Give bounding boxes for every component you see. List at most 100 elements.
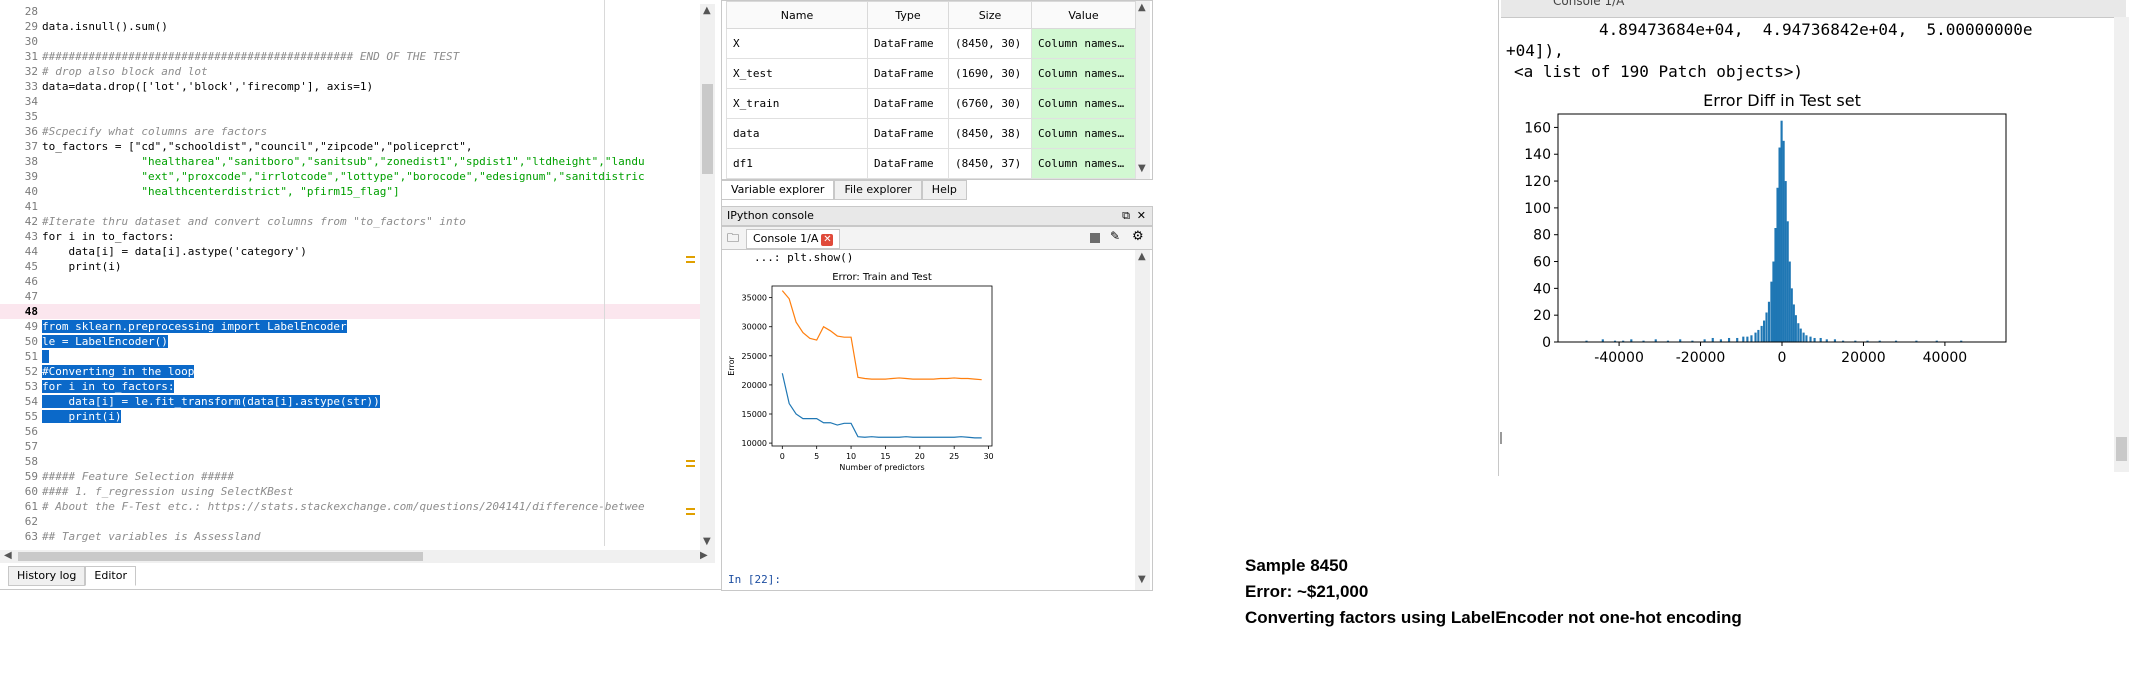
code-line[interactable]: 54 data[i] = le.fit_transform(data[i].as… bbox=[0, 394, 700, 409]
variable-type-cell[interactable]: DataFrame bbox=[867, 148, 949, 179]
variable-value-cell[interactable]: Column names… bbox=[1031, 28, 1136, 59]
variable-value-cell[interactable]: Column names… bbox=[1031, 118, 1136, 149]
code-line[interactable]: 37 to_factors = ["cd","schooldist","counc… bbox=[0, 139, 700, 154]
code-line[interactable]: 32 # drop also block and lot bbox=[0, 64, 700, 79]
code-line[interactable]: 59 ##### Feature Selection ##### bbox=[0, 469, 700, 484]
warning-marker[interactable] bbox=[686, 460, 695, 467]
code-line[interactable]: 42 #Iterate thru dataset and convert colu… bbox=[0, 214, 700, 229]
column-header-value[interactable]: Value bbox=[1031, 1, 1136, 29]
code-line[interactable]: 58 bbox=[0, 454, 700, 469]
variable-name-cell[interactable]: X bbox=[726, 28, 868, 59]
editor-vertical-scrollbar[interactable]: ▲ ▼ bbox=[700, 4, 715, 550]
code-line[interactable]: 45 print(i) bbox=[0, 259, 700, 274]
variable-size-cell[interactable]: (8450, 37) bbox=[948, 148, 1032, 179]
code-line[interactable]: 39 "ext","proxcode","irrlotcode","lottyp… bbox=[0, 169, 700, 184]
console-output[interactable]: ...: plt.show() Error: Train and Test 0 5 1… bbox=[721, 249, 1153, 591]
code-line[interactable]: 47 bbox=[0, 289, 700, 304]
warning-marker[interactable] bbox=[686, 256, 695, 263]
clear-icon[interactable]: ✎ bbox=[1110, 229, 1120, 243]
variable-type-cell[interactable]: DataFrame bbox=[867, 28, 949, 59]
column-header-name[interactable]: Name bbox=[726, 1, 868, 29]
scroll-down-icon[interactable]: ▼ bbox=[703, 536, 711, 547]
right-console-panel[interactable]: Console 1/A 4.89473684e+04, 4.94736842e+… bbox=[1498, 0, 2130, 476]
code-line[interactable]: 61 # About the F-Test etc.: https://stats… bbox=[0, 499, 700, 514]
variable-value-cell[interactable]: Column names… bbox=[1031, 148, 1136, 179]
gear-icon[interactable]: ⚙ bbox=[1132, 229, 1144, 244]
variable-size-cell[interactable]: (8450, 38) bbox=[948, 118, 1032, 149]
variable-type-cell[interactable]: DataFrame bbox=[867, 58, 949, 89]
code-line[interactable]: 36 #Scpecify what columns are factors bbox=[0, 124, 700, 139]
editor-hscroll-thumb[interactable] bbox=[18, 552, 423, 561]
tab-file-explorer[interactable]: File explorer bbox=[834, 180, 922, 200]
code-line[interactable]: 35 bbox=[0, 109, 700, 124]
variable-row[interactable]: df1 DataFrame (8450, 37) Column names… bbox=[726, 148, 1136, 179]
tab-history-log[interactable]: History log bbox=[8, 566, 86, 586]
scroll-left-icon[interactable]: ◀ bbox=[4, 550, 12, 561]
scroll-right-icon[interactable]: ▶ bbox=[700, 550, 708, 561]
variable-value-cell[interactable]: Column names… bbox=[1031, 58, 1136, 89]
variable-type-cell[interactable]: DataFrame bbox=[867, 118, 949, 149]
variable-name-cell[interactable]: data bbox=[726, 118, 868, 149]
scroll-down-icon[interactable]: ▼ bbox=[1138, 163, 1146, 174]
console-prompt[interactable]: In [22]: bbox=[728, 573, 781, 586]
column-header-size[interactable]: Size bbox=[948, 1, 1032, 29]
editor-scroll-thumb[interactable] bbox=[702, 84, 713, 174]
variable-name-cell[interactable]: X_test bbox=[726, 58, 868, 89]
close-icon[interactable]: ✕ bbox=[1137, 207, 1146, 225]
code-line[interactable]: 48 bbox=[0, 304, 700, 319]
code-area[interactable]: 28 29 data.isnull().sum() 30 31 #############… bbox=[0, 4, 700, 550]
code-line[interactable]: 43 for i in to_factors: bbox=[0, 229, 700, 244]
variable-row[interactable]: X_test DataFrame (1690, 30) Column names… bbox=[726, 58, 1136, 89]
variable-size-cell[interactable]: (8450, 30) bbox=[948, 28, 1032, 59]
code-line[interactable]: 44 data[i] = data[i].astype('category') bbox=[0, 244, 700, 259]
variable-name-cell[interactable]: X_train bbox=[726, 88, 868, 119]
scroll-up-icon[interactable]: ▲ bbox=[1138, 251, 1146, 262]
column-header-type[interactable]: Type bbox=[867, 1, 949, 29]
editor-horizontal-scrollbar[interactable]: ◀ ▶ bbox=[0, 550, 715, 563]
code-line[interactable]: 33 data=data.drop(['lot','block','firecom… bbox=[0, 79, 700, 94]
warning-marker[interactable] bbox=[686, 508, 695, 515]
code-line[interactable]: 29 data.isnull().sum() bbox=[0, 19, 700, 34]
variable-type-cell[interactable]: DataFrame bbox=[867, 88, 949, 119]
code-line[interactable]: 49 from sklearn.preprocessing import Labe… bbox=[0, 319, 700, 334]
code-line[interactable]: 63 ## Target variables is Assessland bbox=[0, 529, 700, 544]
code-line[interactable]: 57 bbox=[0, 439, 700, 454]
tab-editor[interactable]: Editor bbox=[85, 566, 136, 586]
code-line[interactable]: 34 bbox=[0, 94, 700, 109]
variable-row[interactable]: X DataFrame (8450, 30) Column names… bbox=[726, 28, 1136, 59]
code-line[interactable]: 52 #Converting in the loop bbox=[0, 364, 700, 379]
right-console-tab-label[interactable]: Console 1/A bbox=[1553, 0, 1624, 8]
code-line[interactable]: 46 bbox=[0, 274, 700, 289]
close-tab-icon[interactable]: ✕ bbox=[821, 234, 834, 246]
variable-value-cell[interactable]: Column names… bbox=[1031, 88, 1136, 119]
variable-row[interactable]: X_train DataFrame (6760, 30) Column names… bbox=[726, 88, 1136, 119]
code-line[interactable]: 62 bbox=[0, 514, 700, 529]
variable-name-cell[interactable]: df1 bbox=[726, 148, 868, 179]
code-line[interactable]: 38 "healtharea","sanitboro","sanitsub","… bbox=[0, 154, 700, 169]
editor-pane[interactable]: 28 29 data.isnull().sum() 30 31 #############… bbox=[0, 0, 722, 590]
folder-icon[interactable]: 🗀 bbox=[727, 229, 739, 250]
code-line[interactable]: 41 bbox=[0, 199, 700, 214]
code-line[interactable]: 56 bbox=[0, 424, 700, 439]
right-console-scroll-thumb[interactable] bbox=[2116, 437, 2127, 461]
scroll-up-icon[interactable]: ▲ bbox=[1138, 2, 1146, 13]
tab-variable-explorer[interactable]: Variable explorer bbox=[721, 180, 835, 200]
code-line[interactable]: 60 #### 1. f_regression using SelectKBest bbox=[0, 484, 700, 499]
scroll-up-icon[interactable]: ▲ bbox=[703, 5, 711, 16]
code-line[interactable]: 51 bbox=[0, 349, 700, 364]
code-line[interactable]: 55 print(i) bbox=[0, 409, 700, 424]
code-line[interactable]: 30 bbox=[0, 34, 700, 49]
console-scrollbar[interactable]: ▲ ▼ bbox=[1135, 250, 1150, 590]
undock-icon[interactable]: ⧉ bbox=[1122, 207, 1130, 225]
code-line[interactable]: 40 "healthcenterdistrict", "pfirm15_flag… bbox=[0, 184, 700, 199]
code-line[interactable]: 50 le = LabelEncoder() bbox=[0, 334, 700, 349]
right-console-scrollbar[interactable] bbox=[2114, 17, 2129, 472]
console-tab[interactable]: Console 1/A ✕ bbox=[746, 229, 841, 249]
variable-explorer-scrollbar[interactable]: ▲ ▼ bbox=[1136, 1, 1150, 179]
code-line[interactable]: 53 for i in to_factors: bbox=[0, 379, 700, 394]
code-line[interactable]: 31 ######################################… bbox=[0, 49, 700, 64]
stop-icon[interactable] bbox=[1090, 233, 1100, 243]
tab-help[interactable]: Help bbox=[921, 180, 967, 200]
variable-row[interactable]: data DataFrame (8450, 38) Column names… bbox=[726, 118, 1136, 149]
scroll-down-icon[interactable]: ▼ bbox=[1138, 574, 1146, 585]
